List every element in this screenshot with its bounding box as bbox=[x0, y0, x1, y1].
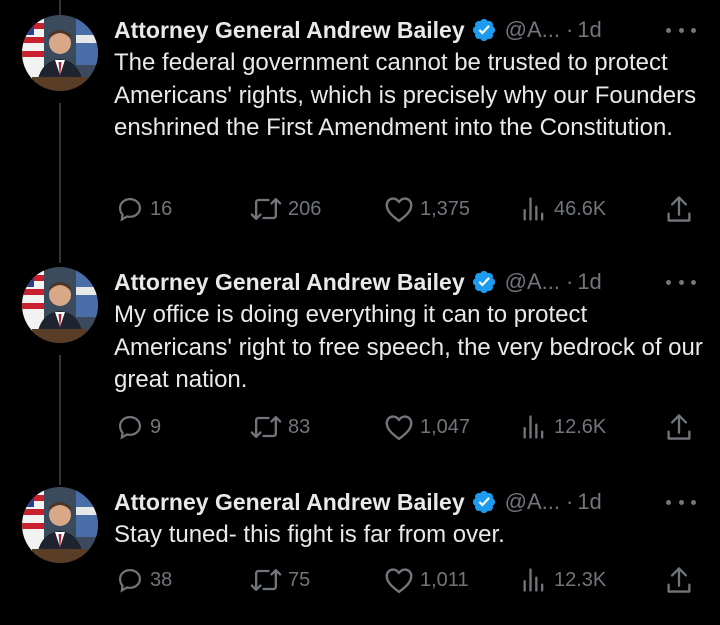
repost-button[interactable]: 83 bbox=[250, 409, 310, 445]
tweet-header: Attorney General Andrew Bailey @A... · 1… bbox=[114, 487, 602, 517]
like-button[interactable]: 1,011 bbox=[384, 562, 469, 598]
reply-icon bbox=[118, 568, 142, 593]
views-count: 12.3K bbox=[554, 568, 607, 591]
author-name[interactable]: Attorney General Andrew Bailey bbox=[114, 269, 465, 296]
author-handle[interactable]: @A... bbox=[505, 269, 560, 295]
tweet-header: Attorney General Andrew Bailey @A... · 1… bbox=[114, 15, 602, 45]
share-icon bbox=[667, 414, 691, 440]
author-handle[interactable]: @A... bbox=[505, 17, 560, 43]
avatar[interactable] bbox=[22, 15, 98, 91]
like-count: 1,375 bbox=[420, 197, 471, 220]
tweet[interactable]: Attorney General Andrew Bailey @A... · 1… bbox=[0, 15, 720, 245]
reply-count: 9 bbox=[150, 415, 162, 438]
tweet[interactable]: Attorney General Andrew Bailey @A... · 1… bbox=[0, 267, 720, 467]
action-bar: 38 75 1,011 12.3K bbox=[0, 562, 720, 598]
share-button[interactable] bbox=[665, 191, 693, 227]
views-chart-icon bbox=[523, 568, 544, 592]
action-bar: 16 206 1,375 46.6K bbox=[0, 191, 720, 227]
heart-icon bbox=[385, 568, 413, 594]
repost-icon bbox=[250, 568, 282, 592]
thread-line bbox=[59, 0, 61, 15]
share-icon bbox=[667, 196, 691, 222]
heart-icon bbox=[385, 415, 413, 441]
share-button[interactable] bbox=[665, 562, 693, 598]
author-name[interactable]: Attorney General Andrew Bailey bbox=[114, 489, 465, 516]
more-options-icon[interactable] bbox=[666, 19, 696, 41]
timestamp[interactable]: 1d bbox=[577, 489, 601, 515]
repost-icon bbox=[250, 197, 282, 221]
reply-button[interactable]: 38 bbox=[116, 562, 172, 598]
tweet-text: The federal government cannot be trusted… bbox=[114, 49, 697, 141]
author-name[interactable]: Attorney General Andrew Bailey bbox=[114, 17, 465, 44]
reply-icon bbox=[118, 415, 142, 440]
views-chart-icon bbox=[523, 197, 544, 221]
separator-dot: · bbox=[565, 489, 574, 514]
avatar[interactable] bbox=[22, 487, 98, 563]
like-count: 1,011 bbox=[420, 568, 469, 591]
tweet-text: Stay tuned- this fight is far from over. bbox=[114, 521, 505, 548]
reply-button[interactable]: 16 bbox=[116, 191, 172, 227]
author-handle[interactable]: @A... bbox=[505, 489, 560, 515]
tweet-header: Attorney General Andrew Bailey @A... · 1… bbox=[114, 267, 602, 297]
repost-count: 83 bbox=[288, 415, 311, 438]
tweet-text: My office is doing everything it can to … bbox=[114, 301, 703, 393]
verified-badge-icon bbox=[471, 17, 497, 43]
separator-dot: · bbox=[565, 269, 574, 294]
repost-count: 206 bbox=[288, 197, 322, 220]
more-options-icon[interactable] bbox=[666, 491, 696, 513]
share-icon bbox=[667, 567, 691, 593]
views-button[interactable]: 12.3K bbox=[520, 562, 606, 598]
views-button[interactable]: 46.6K bbox=[520, 191, 606, 227]
reply-count: 16 bbox=[150, 197, 173, 220]
heart-icon bbox=[385, 197, 413, 223]
share-button[interactable] bbox=[665, 409, 693, 445]
more-options-icon[interactable] bbox=[666, 271, 696, 293]
reply-count: 38 bbox=[150, 568, 173, 591]
like-count: 1,047 bbox=[420, 415, 471, 438]
views-count: 12.6K bbox=[554, 415, 607, 438]
repost-button[interactable]: 206 bbox=[250, 191, 321, 227]
verified-badge-icon bbox=[471, 489, 497, 515]
repost-button[interactable]: 75 bbox=[250, 562, 310, 598]
views-count: 46.6K bbox=[554, 197, 607, 220]
repost-icon bbox=[250, 415, 282, 439]
reply-button[interactable]: 9 bbox=[116, 409, 161, 445]
separator-dot: · bbox=[565, 17, 574, 42]
repost-count: 75 bbox=[288, 568, 311, 591]
tweet[interactable]: Attorney General Andrew Bailey @A... · 1… bbox=[0, 487, 720, 617]
timestamp[interactable]: 1d bbox=[577, 17, 601, 43]
verified-badge-icon bbox=[471, 269, 497, 295]
like-button[interactable]: 1,047 bbox=[384, 409, 470, 445]
reply-icon bbox=[118, 197, 142, 222]
timestamp[interactable]: 1d bbox=[577, 269, 601, 295]
avatar[interactable] bbox=[22, 267, 98, 343]
like-button[interactable]: 1,375 bbox=[384, 191, 470, 227]
views-chart-icon bbox=[523, 415, 544, 439]
views-button[interactable]: 12.6K bbox=[520, 409, 606, 445]
action-bar: 9 83 1,047 12.6K bbox=[0, 409, 720, 445]
